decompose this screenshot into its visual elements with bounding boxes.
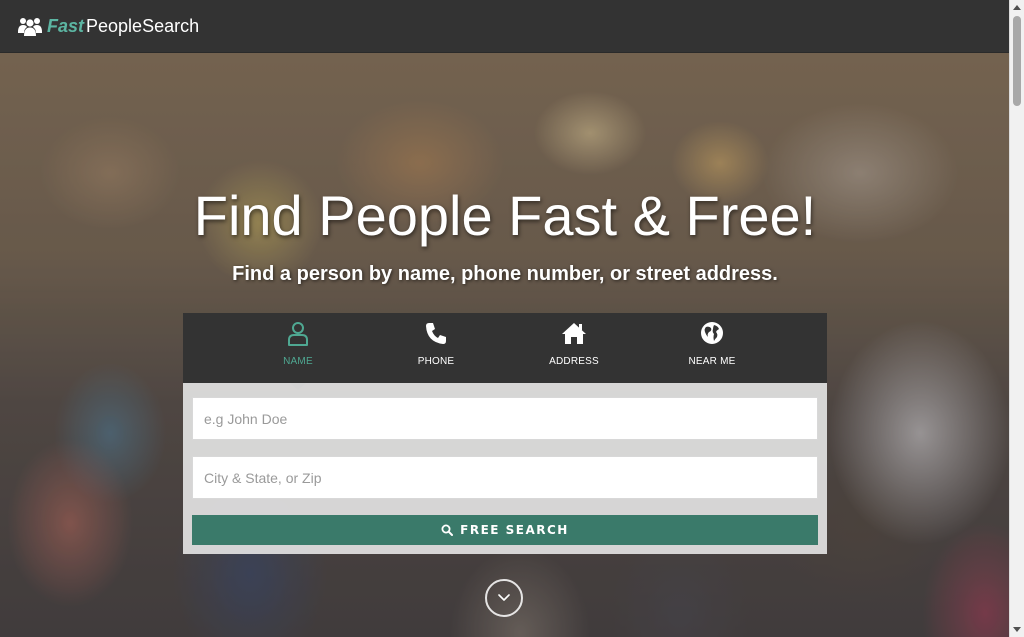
tab-phone[interactable]: PHONE xyxy=(367,313,505,383)
chevron-down-icon xyxy=(498,594,510,601)
page: Fast PeopleSearch Find People Fast & Fre… xyxy=(0,0,1024,637)
search-button-label: FREE SEARCH xyxy=(460,523,569,537)
tab-label: ADDRESS xyxy=(549,356,599,367)
hero-subheading: Find a person by name, phone number, or … xyxy=(232,263,778,285)
scroll-down-arrow[interactable] xyxy=(1013,627,1021,632)
people-group-icon xyxy=(18,18,42,36)
page-scrollbar[interactable] xyxy=(1009,0,1024,637)
person-icon xyxy=(288,322,308,346)
location-input[interactable] xyxy=(192,456,818,499)
hero-headline: Find People Fast & Free! xyxy=(193,184,817,247)
tab-near-me[interactable]: NEAR ME xyxy=(643,313,781,383)
logo-text-fast: Fast xyxy=(47,15,85,36)
search-icon xyxy=(441,524,454,536)
search-tabs: NAME PHONE ADDRESS NEAR ME xyxy=(183,313,827,390)
scrollbar-thumb[interactable] xyxy=(1013,16,1021,106)
globe-icon xyxy=(701,322,723,344)
tab-label: NAME xyxy=(283,356,313,367)
tab-label: PHONE xyxy=(417,356,455,367)
site-logo[interactable]: Fast PeopleSearch xyxy=(18,0,199,52)
tab-label: NEAR ME xyxy=(688,356,736,367)
tab-name[interactable]: NAME xyxy=(229,313,367,390)
search-form: FREE SEARCH xyxy=(183,383,827,554)
name-input[interactable] xyxy=(192,397,818,440)
navbar: Fast PeopleSearch xyxy=(0,0,1010,53)
house-icon xyxy=(562,323,586,344)
phone-icon xyxy=(426,323,446,344)
scroll-down-button[interactable] xyxy=(485,579,523,617)
search-panel: NAME PHONE ADDRESS NEAR ME e.g John Doe … xyxy=(183,313,827,554)
scroll-up-arrow[interactable] xyxy=(1013,5,1021,10)
tab-address[interactable]: ADDRESS xyxy=(505,313,643,383)
logo-text-peoplesearch: PeopleSearch xyxy=(86,15,200,36)
free-search-button[interactable]: FREE SEARCH xyxy=(192,515,818,545)
